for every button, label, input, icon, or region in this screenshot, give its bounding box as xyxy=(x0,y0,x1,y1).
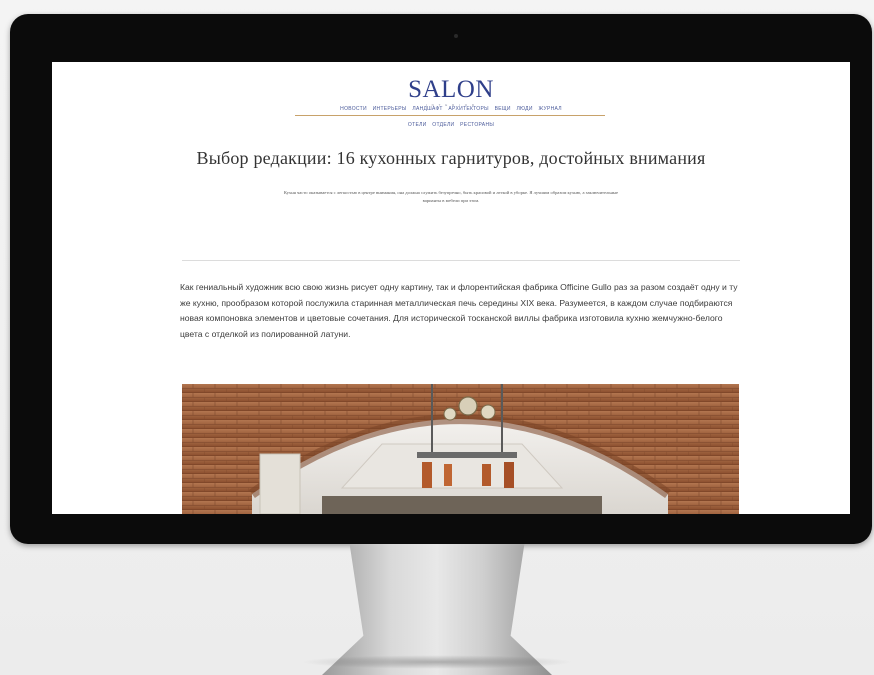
nav-divider xyxy=(295,115,605,116)
webcam-dot xyxy=(454,34,458,38)
kitchen-photo-illustration xyxy=(182,384,739,514)
content-divider xyxy=(182,260,740,261)
article-headline: Выбор редакции: 16 кухонных гарнитуров, … xyxy=(196,148,706,168)
monitor-bezel: SALON I N T E R I O R НОВОСТИ ИНТЕРЬЕРЫ … xyxy=(10,14,872,544)
nav-item-departments[interactable]: ОТДЕЛИ xyxy=(432,122,454,128)
nav-item-restaurants[interactable]: РЕСТОРАНЫ xyxy=(460,122,494,128)
nav-item-news[interactable]: НОВОСТИ xyxy=(340,106,367,112)
nav-item-landscape[interactable]: ЛАНДШАФТ xyxy=(412,106,442,112)
nav-item-architects[interactable]: АРХИТЕКТОРЫ xyxy=(448,106,488,112)
nav-item-hotels[interactable]: ОТЕЛИ xyxy=(408,122,427,128)
kitchen-photo xyxy=(182,384,739,514)
site-logo[interactable]: SALON xyxy=(52,76,850,104)
nav-item-magazine[interactable]: ЖУРНАЛ xyxy=(538,106,561,112)
browser-screen: SALON I N T E R I O R НОВОСТИ ИНТЕРЬЕРЫ … xyxy=(52,62,850,514)
stand-shadow xyxy=(300,655,574,669)
nav-item-people[interactable]: ЛЮДИ xyxy=(516,106,532,112)
article-lede: Кухня часто оказывается с легкостью в це… xyxy=(283,190,619,203)
primary-nav: НОВОСТИ ИНТЕРЬЕРЫ ЛАНДШАФТ АРХИТЕКТОРЫ В… xyxy=(52,106,850,112)
secondary-nav: ОТЕЛИ ОТДЕЛИ РЕСТОРАНЫ xyxy=(52,122,850,128)
article-body: Как гениальный художник всю свою жизнь р… xyxy=(180,282,738,339)
nav-item-things[interactable]: ВЕЩИ xyxy=(495,106,511,112)
nav-item-interiors[interactable]: ИНТЕРЬЕРЫ xyxy=(373,106,407,112)
